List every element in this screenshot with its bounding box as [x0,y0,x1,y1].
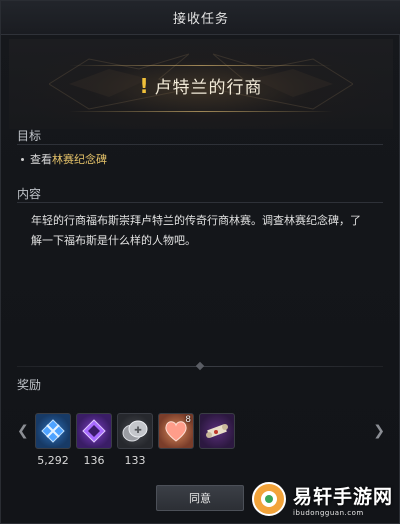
reward-slot[interactable] [35,413,71,449]
watermark-text: 易轩手游网 [293,485,394,508]
objective-item: 查看林赛纪念碑 [21,151,107,167]
banner-line-bottom [69,111,333,112]
watermark-logo-icon [252,482,286,516]
rewards-label: 奖励 [17,378,42,392]
content-divider [17,202,383,203]
svg-text:✚: ✚ [134,426,142,436]
objective-prefix: 查看 [30,153,52,166]
content-text: 年轻的行商福布斯崇拜卢特兰的传奇行商林赛。调查林赛纪念碑，了解一下福布斯是什么样… [31,214,361,247]
diamond-ornament-icon [195,361,205,371]
quest-accept-panel: 接收任务 ! 卢特兰的行商 目标 查看林赛纪念碑 内容 年轻的行商福布斯崇拜卢特… [0,0,400,524]
quest-name: 卢特兰的行商 [154,78,263,98]
reward-slot[interactable] [76,413,112,449]
window-title: 接收任务 [172,12,229,27]
rewards-divider [17,361,383,371]
objective-label: 目标 [17,129,42,143]
quest-title: ! 卢特兰的行商 [9,73,393,99]
watermark-url: ibudongguan.com [293,508,364,517]
quest-banner: ! 卢特兰的行商 [9,39,393,129]
bullet-icon [21,157,24,161]
reward-slot[interactable]: ✚ [117,413,153,449]
rewards-next-arrow-icon[interactable]: ❯ [373,423,385,439]
reward-slot[interactable]: 8 [158,413,194,449]
exclamation-icon: ! [139,73,149,98]
objective-divider [17,144,383,145]
rewards-prev-arrow-icon[interactable]: ❮ [17,423,29,439]
banner-line-top [69,65,333,66]
objective-target-link[interactable]: 林赛纪念碑 [52,153,107,166]
reward-slot[interactable] [199,413,235,449]
reward-quantity: 133 [124,454,146,467]
content-label: 内容 [17,187,42,201]
agree-button[interactable]: 同意 [156,485,244,511]
purple-crystal-icon [82,419,106,443]
blue-crystal-icon [41,419,65,443]
scroll-icon [206,424,228,438]
silver-coin-icon: ✚ [122,420,148,442]
reward-badge-count: 8 [185,415,191,425]
title-bar: 接收任务 [1,1,400,35]
watermark: 易轩手游网 ibudongguan.com [251,475,399,523]
